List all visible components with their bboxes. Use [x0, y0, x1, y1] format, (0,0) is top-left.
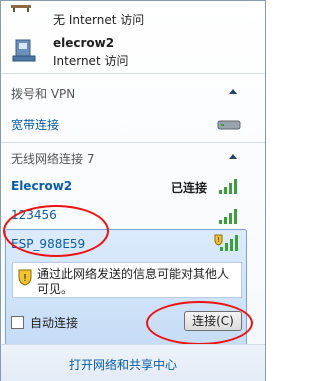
bench-icon	[10, 1, 32, 12]
network-name: elecrow2	[53, 36, 115, 50]
footer: 打开网络和共享中心	[1, 344, 265, 381]
svg-text:!: !	[23, 273, 27, 284]
divider	[1, 142, 265, 143]
open-network-center-link[interactable]: 打开网络和共享中心	[69, 356, 177, 373]
network-entry-partial[interactable]: 无 Internet 访问	[1, 1, 265, 31]
divider	[1, 73, 265, 74]
security-warning-box: ! 通过此网络发送的信息可能对其他人 可见。	[12, 262, 242, 298]
collapse-caret-icon[interactable]	[229, 89, 237, 94]
network-entry-elecrow2[interactable]: elecrow2 Internet 访问	[1, 33, 265, 69]
auto-connect-checkbox[interactable]	[11, 316, 24, 329]
network-status-text: 无 Internet 访问	[53, 13, 145, 27]
highlight-ellipse	[3, 205, 109, 257]
wifi-signal-icon	[219, 178, 239, 194]
unsecured-wifi-icon: !	[214, 234, 238, 255]
auto-connect-label: 自动连接	[30, 316, 79, 330]
dialup-item[interactable]: 宽带连接	[1, 113, 265, 135]
section-header-dialup: 拨号和 VPN	[11, 87, 76, 101]
modem-icon	[217, 119, 241, 134]
collapse-caret-icon[interactable]	[229, 154, 237, 159]
highlight-ellipse	[146, 301, 253, 345]
warning-text-line2: 可见。	[37, 282, 74, 296]
warning-shield-icon: !	[17, 268, 33, 289]
network-status-text: Internet 访问	[53, 54, 129, 68]
svg-text:!: !	[217, 236, 220, 244]
network-flyout: 无 Internet 访问 elecrow2 Internet 访问 拨号和 V…	[0, 0, 266, 381]
network-computer-icon	[11, 36, 39, 67]
wifi-network-elecrow2[interactable]: Elecrow2 已连接	[1, 175, 265, 199]
wifi-signal-icon	[219, 208, 239, 224]
dialup-item-label: 宽带连接	[11, 118, 60, 132]
wifi-network-name: Elecrow2	[11, 179, 73, 193]
section-header-wireless: 无线网络连接 7	[11, 152, 95, 166]
wifi-connected-status: 已连接	[171, 181, 208, 195]
